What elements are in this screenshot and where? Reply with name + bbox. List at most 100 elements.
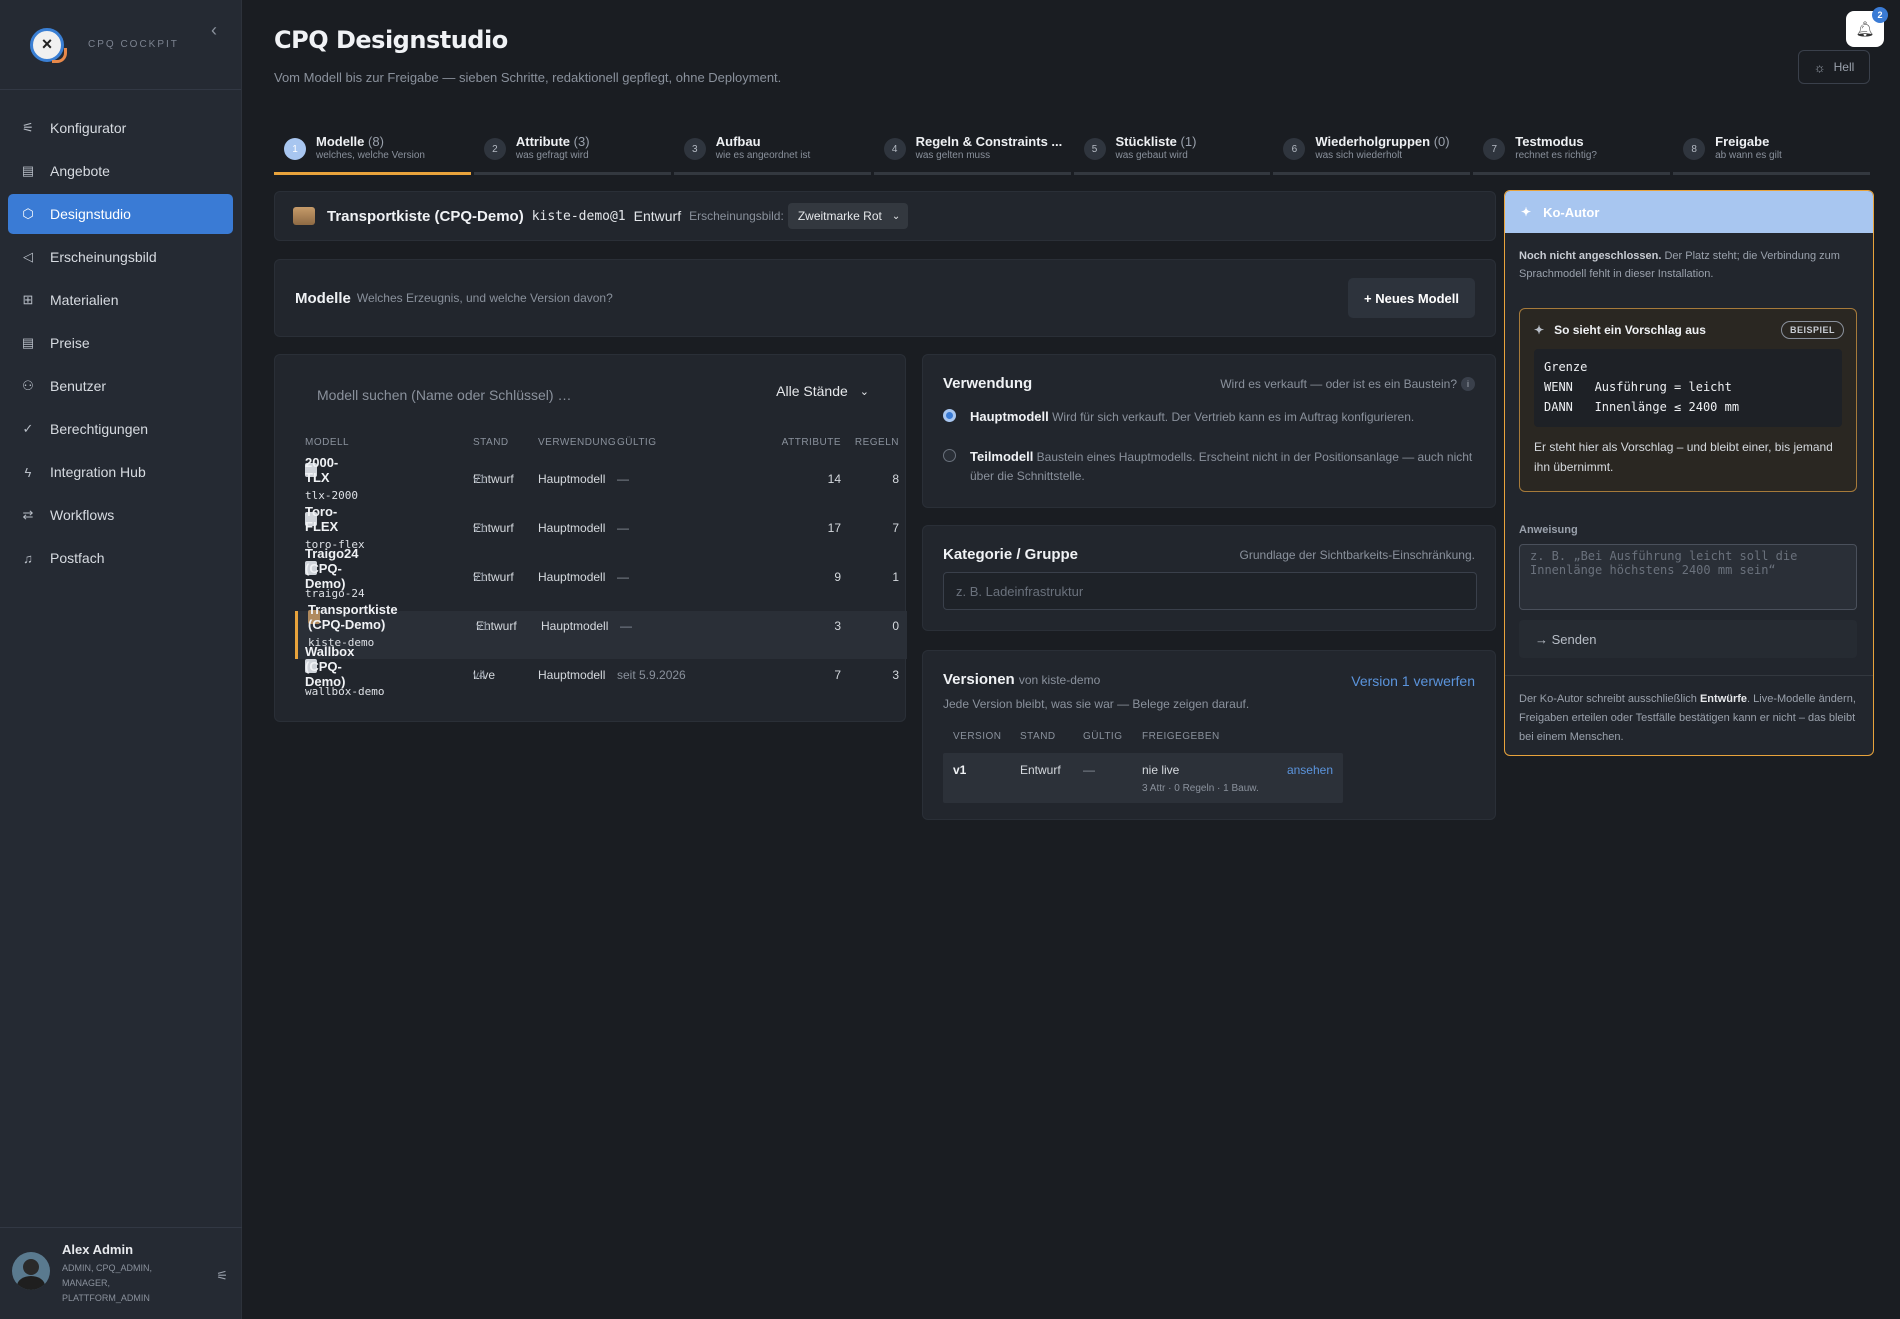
step-title: Attribute: [515, 134, 571, 149]
step-number: 7: [1483, 138, 1506, 160]
notification-count-badge: 2: [1872, 7, 1888, 23]
model-key: wallbox-demo: [305, 685, 385, 698]
model-name: Transportkiste (CPQ-Demo): [308, 602, 398, 632]
model-attributes: 3: [834, 619, 841, 633]
sidebar-item-label: Workflows: [50, 507, 115, 523]
sidebar-item-materialien[interactable]: ⊞ Materialien: [8, 280, 233, 320]
sidebar-item-postfach[interactable]: ♫ Postfach: [8, 538, 233, 578]
usage-option-hauptmodell[interactable]: Hauptmodell Wird für sich verkauft. Der …: [943, 407, 1490, 427]
usage-option-teilmodell[interactable]: Teilmodell Baustein eines Hauptmodells. …: [943, 447, 1490, 486]
radio-checked[interactable]: [943, 409, 956, 422]
notifications-button[interactable]: 🔔︎ 2: [1846, 7, 1888, 47]
page-subtitle: Vom Modell bis zur Freigabe — sieben Sch…: [274, 70, 782, 85]
model-search-input[interactable]: Modell suchen (Name oder Schlüssel) …: [295, 375, 855, 415]
option-label: Teilmodell: [970, 449, 1034, 464]
model-name: Toro-FLEX: [305, 504, 339, 534]
table-row[interactable]: Wallbox (CPQ-Demo) wallbox-demo Live v4 …: [295, 644, 907, 708]
sidebar-item-erscheinungsbild[interactable]: ◁ Erscheinungsbild: [8, 237, 233, 277]
step-regeln[interactable]: 4 Regeln & Constraints ... was gelten mus…: [873, 130, 1071, 175]
model-version: v1: [473, 570, 486, 584]
step-title: Aufbau: [715, 134, 761, 149]
step-subtitle: wie es angeordnet ist: [715, 150, 811, 161]
model-valid: —: [620, 619, 632, 633]
new-model-button[interactable]: + Neues Modell: [1348, 278, 1475, 318]
cube-icon: ⬡: [22, 206, 34, 221]
sidebar-item-angebote[interactable]: ▤ Angebote: [8, 151, 233, 191]
model-valid: seit 5.9.2026: [617, 668, 686, 682]
collapse-sidebar-icon[interactable]: ‹: [211, 20, 217, 41]
instruction-input[interactable]: z. B. „Bei Ausführung leicht soll die In…: [1519, 544, 1857, 610]
step-number: 5: [1083, 138, 1106, 160]
model-attributes: 9: [834, 570, 841, 584]
column-header: STAND: [1020, 731, 1056, 742]
model-valid: —: [617, 521, 629, 535]
table-row-selected[interactable]: Transportkiste (CPQ-Demo) kiste-demo Ent…: [295, 602, 907, 659]
step-title: Testmodus: [1515, 134, 1584, 149]
model-rules: 8: [892, 472, 899, 486]
sidebar-item-designstudio[interactable]: ⬡ Designstudio: [8, 194, 233, 234]
check-circle-icon: ✓: [22, 421, 34, 436]
sidebar-item-label: Materialien: [50, 292, 119, 308]
step-testmodus[interactable]: 7 Testmodus rechnet es richtig?: [1473, 130, 1671, 175]
user-info: Alex Admin ADMIN, CPQ_ADMIN, MANAGER, PL…: [62, 1242, 172, 1306]
model-key: tlx-2000: [305, 489, 358, 502]
sidebar-item-konfigurator[interactable]: ⚟ Konfigurator: [8, 108, 233, 148]
table-row[interactable]: Toro-FLEX toro-flex Entwurf v1 Hauptmode…: [295, 504, 907, 561]
brand: × CPQ COCKPIT ‹: [0, 0, 241, 90]
step-aufbau[interactable]: 3 Aufbau wie es angeordnet ist: [673, 130, 871, 175]
model-version: v4: [473, 668, 486, 682]
step-freigabe[interactable]: 8 Freigabe ab wann es gilt: [1673, 130, 1870, 175]
column-header[interactable]: VERWENDUNG: [538, 437, 616, 448]
radio-unchecked[interactable]: [943, 449, 956, 462]
user-plus-icon: ⚇: [22, 378, 34, 393]
step-modelle[interactable]: 1 Modelle (8) welches, welche Version: [274, 130, 471, 175]
step-number: 3: [683, 138, 706, 160]
coauthor-panel: ✦ Ko-Autor Noch nicht angeschlossen. Der…: [1504, 190, 1874, 756]
theme-toggle-button[interactable]: ☼ Hell: [1798, 50, 1870, 84]
model-version: v1: [473, 472, 486, 486]
column-header[interactable]: STAND: [473, 437, 509, 448]
column-header: GÜLTIG: [1083, 731, 1123, 742]
sidebar-nav: ⚟ Konfigurator ▤ Angebote ⬡ Designstudio ◁ E…: [0, 90, 241, 578]
user-roles: ADMIN, CPQ_ADMIN, MANAGER, PLATTFORM_ADM…: [62, 1263, 153, 1303]
avatar[interactable]: [12, 1252, 50, 1290]
column-header[interactable]: MODELL: [305, 437, 349, 448]
coauthor-title: Ko-Autor: [1543, 204, 1600, 220]
category-input[interactable]: z. B. Ladeinfrastruktur: [943, 572, 1477, 610]
category-hint: Grundlage der Sichtbarkeits-Einschränkun…: [1239, 548, 1475, 562]
step-stueckliste[interactable]: 5 Stückliste (1) was gebaut wird: [1073, 130, 1271, 175]
sidebar-item-preise[interactable]: ▤ Preise: [8, 323, 233, 363]
versions-subtitle: Jede Version bleibt, was sie war — Beleg…: [943, 697, 1250, 711]
model-rules: 3: [892, 668, 899, 682]
appearance-value: Zweitmarke Rot: [797, 209, 882, 223]
column-header[interactable]: GÜLTIG: [617, 437, 656, 448]
step-count: (3): [573, 134, 590, 149]
stand-filter-select[interactable]: Alle Stände ⌄: [776, 383, 869, 399]
settings-sliders-icon[interactable]: ⚟: [216, 1268, 228, 1284]
sidebar-item-label: Konfigurator: [50, 120, 127, 136]
sidebar-item-integration-hub[interactable]: ϟ Integration Hub: [8, 452, 233, 492]
appearance-select[interactable]: Zweitmarke Rot ⌄: [787, 203, 909, 229]
brand-name: CPQ COCKPIT: [88, 39, 179, 50]
column-header[interactable]: ATTRIBUTE: [782, 437, 841, 448]
step-title: Modelle: [316, 134, 365, 149]
sidebar-item-label: Berechtigungen: [50, 421, 149, 437]
step-attribute[interactable]: 2 Attribute (3) was gefragt wird: [473, 130, 671, 175]
sidebar-item-workflows[interactable]: ⇄ Workflows: [8, 495, 233, 535]
table-row[interactable]: 2000-TLX tlx-2000 Entwurf v1 Hauptmodell…: [295, 455, 907, 512]
logo-icon: ×: [30, 27, 67, 63]
option-description: Wird für sich verkauft. Der Vertrieb kan…: [1052, 410, 1415, 424]
info-icon[interactable]: i: [1461, 377, 1475, 391]
view-version-link[interactable]: ansehen: [1287, 763, 1333, 777]
current-model-bar: Transportkiste (CPQ-Demo) kiste-demo@1 E…: [274, 191, 1496, 241]
step-wiederholgruppen[interactable]: 6 Wiederholgruppen (0) was sich wiederholt: [1273, 130, 1471, 175]
chevron-down-icon: ⌄: [891, 210, 901, 222]
discard-version-link[interactable]: Version 1 verwerfen: [1351, 673, 1475, 689]
table-header: MODELL STAND VERWENDUNG GÜLTIG ATTRIBUTE…: [295, 437, 907, 453]
send-button[interactable]: → Senden: [1519, 620, 1857, 658]
sidebar-item-benutzer[interactable]: ⚇ Benutzer: [8, 366, 233, 406]
step-number: 6: [1283, 138, 1306, 160]
sidebar: × CPQ COCKPIT ‹ ⚟ Konfigurator ▤ Angebote …: [0, 0, 242, 1319]
column-header[interactable]: REGELN: [855, 437, 899, 448]
sidebar-item-berechtigungen[interactable]: ✓ Berechtigungen: [8, 409, 233, 449]
